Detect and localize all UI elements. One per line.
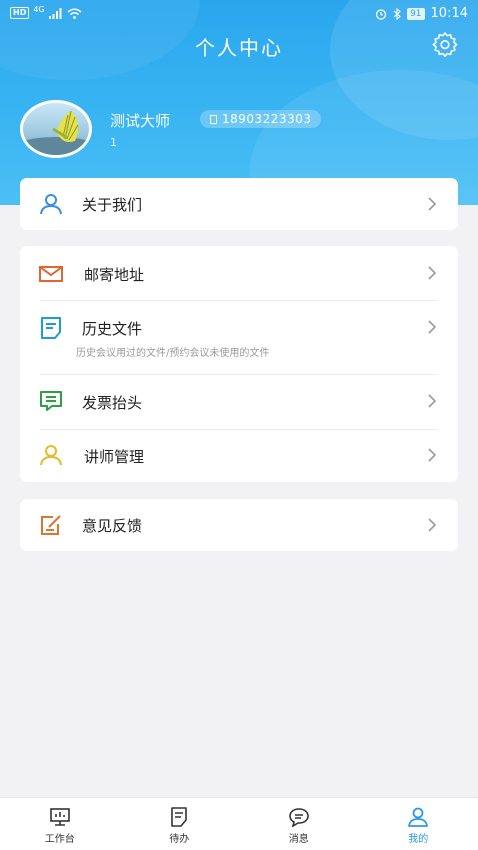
alarm-icon (375, 8, 387, 20)
menu-item-invoice-title[interactable]: 发票抬头 (20, 375, 458, 429)
battery-indicator: 91 (407, 7, 425, 20)
menu-item-description: 历史会议用过的文件/预约会议未使用的文件 (76, 348, 270, 359)
user-name: 测试大师 (110, 112, 171, 130)
chevron-right-icon (428, 448, 437, 462)
user-subtitle: 1 (110, 136, 117, 149)
status-right: 91 10:14 (375, 6, 468, 21)
menu-item-label: 意见反馈 (82, 517, 143, 535)
bluetooth-icon (393, 7, 401, 20)
menu-item-feedback[interactable]: 意见反馈 (20, 499, 458, 551)
chevron-right-icon (428, 394, 437, 408)
gear-icon (432, 32, 458, 57)
status-left: HD 4G (10, 4, 82, 19)
edit-icon (41, 515, 61, 535)
todo-icon (171, 807, 188, 827)
phone-badge: 18903223303 (200, 110, 322, 128)
feedback-card: 意见反馈 (20, 499, 458, 551)
chevron-right-icon (428, 518, 437, 532)
chevron-right-icon (428, 197, 437, 211)
tab-label: 消息 (288, 834, 309, 845)
tab-todo[interactable]: 待办 (120, 798, 240, 850)
services-card: 邮寄地址 历史文件 历史会议用过的文件/预约会议未使用的文件 发票抬头 讲师管理 (20, 246, 458, 482)
menu-item-label: 讲师管理 (84, 448, 145, 466)
dashboard-icon (49, 808, 70, 826)
menu-item-about[interactable]: 关于我们 (20, 178, 458, 230)
invoice-icon (40, 391, 62, 411)
avatar[interactable] (20, 100, 92, 158)
chevron-right-icon (428, 320, 437, 334)
tab-workbench[interactable]: 工作台 (0, 798, 120, 850)
tab-label: 我的 (408, 834, 429, 845)
menu-item-label: 历史文件 (82, 320, 143, 338)
tab-label: 工作台 (44, 834, 75, 845)
tab-label: 待办 (169, 834, 190, 845)
menu-item-lecturer-management[interactable]: 讲师管理 (20, 430, 458, 482)
leaf-image (23, 110, 89, 155)
settings-button[interactable] (432, 31, 458, 57)
menu-item-label: 发票抬头 (82, 394, 143, 412)
bottom-tab-bar: 工作台 待办 消息 我的 (0, 797, 478, 850)
menu-item-label: 关于我们 (82, 196, 143, 214)
phone-number: 18903223303 (222, 112, 312, 126)
status-bar: HD 4G 91 10:14 (0, 0, 478, 28)
menu-item-history-files[interactable]: 历史文件 历史会议用过的文件/预约会议未使用的文件 (20, 301, 458, 374)
clock: 10:14 (430, 6, 468, 21)
chevron-right-icon (428, 266, 437, 280)
person-icon (40, 445, 62, 466)
tab-mine[interactable]: 我的 (359, 798, 478, 850)
about-card: 关于我们 (20, 178, 458, 230)
person-icon (408, 807, 429, 827)
page-title: 个人中心 (195, 36, 283, 60)
document-icon (41, 317, 61, 339)
person-icon (40, 194, 62, 215)
wifi-icon (67, 8, 82, 19)
tab-messages[interactable]: 消息 (239, 798, 359, 850)
signal-icon (48, 7, 62, 19)
phone-icon (210, 114, 217, 124)
mail-icon (39, 266, 63, 282)
message-icon (288, 808, 309, 827)
menu-item-label: 邮寄地址 (84, 266, 145, 284)
network-type: 4G (33, 4, 45, 14)
hd-badge: HD (10, 7, 30, 19)
menu-item-mail-address[interactable]: 邮寄地址 (20, 246, 458, 300)
